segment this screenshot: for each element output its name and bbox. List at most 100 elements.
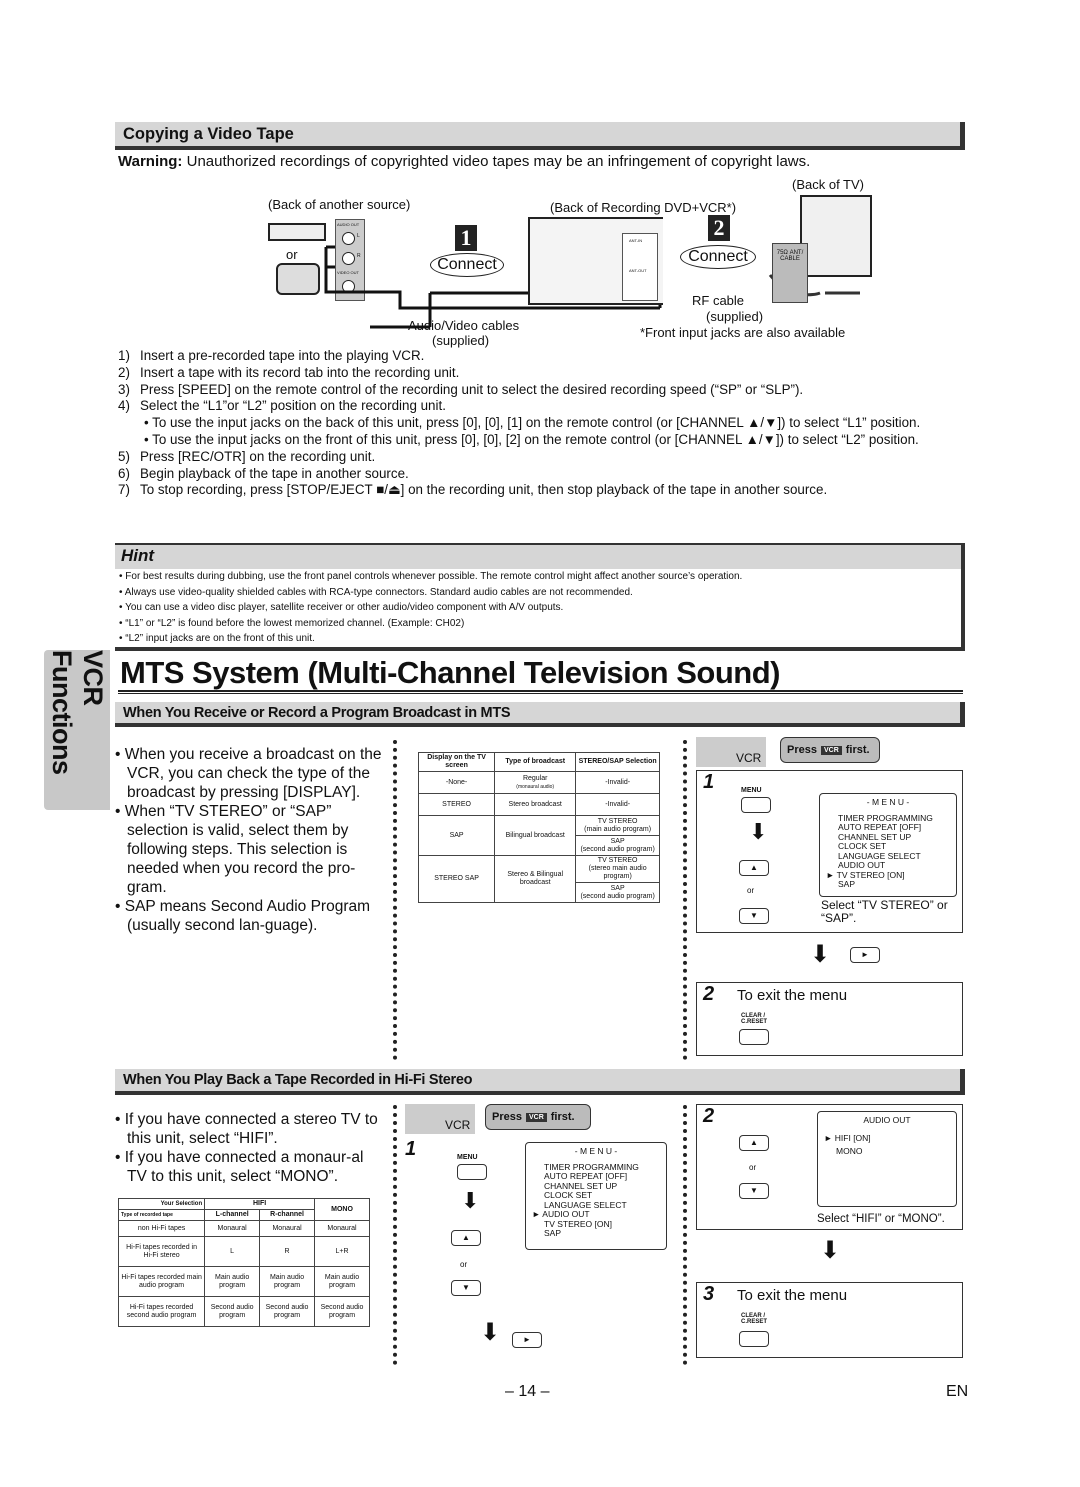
mts-title: MTS System (Multi-Channel Television Sou…: [120, 655, 780, 690]
text: 5): [118, 448, 130, 464]
td: L+R: [314, 1236, 370, 1267]
td: Monaural: [314, 1220, 370, 1237]
up-button[interactable]: ▲: [739, 1135, 769, 1151]
text: 1): [118, 348, 130, 363]
step-number: 1: [703, 771, 715, 793]
play-button[interactable]: ►: [512, 1332, 542, 1348]
hint-box: Hint • For best results during dubbing, …: [115, 543, 965, 651]
text: 2): [118, 364, 130, 380]
td: Stereo & Bilingual broadcast: [494, 855, 577, 903]
menu-button[interactable]: [741, 797, 771, 813]
side-tab: VCR Functions: [44, 650, 110, 810]
down-button[interactable]: ▼: [739, 1183, 769, 1199]
divider-dotted: [393, 740, 397, 1060]
bullet: • If you have connected a monaur-al TV t…: [115, 1149, 364, 1185]
td: -None-: [417, 771, 496, 794]
or-label: or: [747, 886, 755, 895]
arrow-down-icon: ⬇: [810, 941, 831, 968]
hint-item: • You can use a video disc player, satel…: [119, 602, 564, 613]
divider-dotted: [683, 1105, 687, 1365]
divider-dotted: [393, 1105, 397, 1365]
step-number: 2: [703, 983, 715, 1005]
step-1-badge: 1: [455, 225, 477, 251]
exit-label: To exit the menu: [737, 987, 848, 1004]
side-tab-label: VCR Functions: [47, 650, 108, 775]
bullet: • SAP means Second Audio Program (usuall…: [115, 898, 371, 934]
step-item: 7) To stop recording, press [STOP/EJECT ■…: [118, 482, 958, 499]
text: SAP: [610, 884, 625, 892]
th: MONO: [314, 1198, 370, 1221]
press-label: Press: [492, 1111, 522, 1123]
text: AUDIO OUT: [863, 1115, 911, 1125]
text: - M E N U -: [866, 797, 910, 807]
hint-item: • “L2” input jacks are on the front of t…: [119, 633, 315, 644]
text: Regular: [522, 774, 548, 782]
td: Monaural: [204, 1220, 261, 1237]
menu-item: SAP: [544, 1228, 562, 1238]
th: Display on the TV screen: [417, 752, 496, 772]
arrow-down-icon: ⬇: [820, 1237, 841, 1264]
bullet: • When you receive a broadcast on the VC…: [115, 746, 382, 801]
up-button[interactable]: ▲: [451, 1230, 481, 1246]
connect-2-label: Connect: [680, 245, 756, 269]
td: Regular (monaural audio): [494, 771, 577, 794]
page-number: – 14 –: [505, 1383, 550, 1400]
th: Type of broadcast: [494, 752, 577, 772]
step-2-badge: 2: [708, 215, 730, 241]
ant-cable-label: 75Ω ANT/ CABLE: [776, 250, 804, 262]
td: Hi-Fi tapes recorded main audio program: [117, 1266, 206, 1297]
td: Second audio program: [314, 1296, 370, 1327]
playback-bullets: • If you have connected a stereo TV to t…: [115, 1110, 385, 1186]
label-rf-supplied: (supplied): [706, 309, 764, 324]
text: Press [REC/OTR] on the recording unit.: [140, 448, 376, 464]
text: 3): [118, 381, 130, 397]
vcr-mode-icon: VCR: [696, 737, 766, 767]
select-instruction: Select “HIFI” or “MONO”.: [817, 1213, 945, 1225]
connect-1-label: Connect: [430, 253, 504, 277]
td: Second audio program: [204, 1296, 261, 1327]
hint-item: • For best results during dubbing, use t…: [119, 571, 743, 582]
th: Your Selection: [117, 1198, 206, 1210]
title-rule: [118, 690, 963, 694]
hifi-table: Your Selection HIFI MONO Type of recorded …: [117, 1198, 370, 1327]
text: 4): [118, 398, 130, 414]
td: -Invalid-: [575, 771, 660, 794]
step-item: 2) Insert a tape with its record tab into…: [118, 365, 958, 382]
vcr-key-icon: VCR: [820, 745, 842, 755]
td: SAP: [417, 815, 496, 856]
first-label: first.: [845, 744, 870, 756]
label-front-note: *Front input jacks are also available: [640, 325, 846, 340]
label-back-recording: (Back of Recording DVD+VCR*): [550, 200, 737, 215]
text: TV STEREO: [597, 857, 638, 864]
td: TV STEREO (main audio program): [575, 815, 660, 836]
hint-title: Hint: [115, 545, 961, 569]
menu-key-label: MENU: [457, 1154, 478, 1161]
th: Type of recorded tape: [117, 1209, 206, 1221]
clear-button[interactable]: [739, 1331, 769, 1347]
play-button[interactable]: ►: [850, 947, 880, 963]
menu-item: MONO: [836, 1146, 863, 1156]
step-number: 2: [703, 1105, 715, 1127]
th: R-channel: [259, 1209, 316, 1221]
hint-item: • Always use video-quality shielded cabl…: [119, 586, 633, 598]
menu-button[interactable]: [457, 1164, 487, 1180]
press-vcr-first: Press VCR first.: [780, 737, 880, 763]
down-button[interactable]: ▼: [739, 908, 769, 924]
section-playback-title: When You Play Back a Tape Recorded in Hi…: [115, 1069, 965, 1095]
clear-button[interactable]: [739, 1029, 769, 1045]
menu-item: SAP: [838, 879, 856, 889]
arrow-down-icon: ⬇: [461, 1188, 480, 1213]
text: Select the “L1”or “L2” position on the r…: [140, 398, 446, 414]
or-label: or: [749, 1163, 757, 1172]
label-av-cables: Audio/Video cables: [408, 318, 520, 333]
td: Second audio program: [259, 1296, 316, 1327]
label-rf-cable: RF cable: [692, 293, 745, 308]
text: SAP: [610, 837, 625, 845]
exit-label: To exit the menu: [737, 1287, 848, 1304]
press-vcr-first: Press VCR first.: [485, 1104, 591, 1130]
td: R: [259, 1236, 316, 1267]
up-button[interactable]: ▲: [739, 860, 769, 876]
down-button[interactable]: ▼: [451, 1280, 481, 1296]
td: Main audio program: [204, 1266, 261, 1297]
text: 6): [118, 465, 130, 481]
